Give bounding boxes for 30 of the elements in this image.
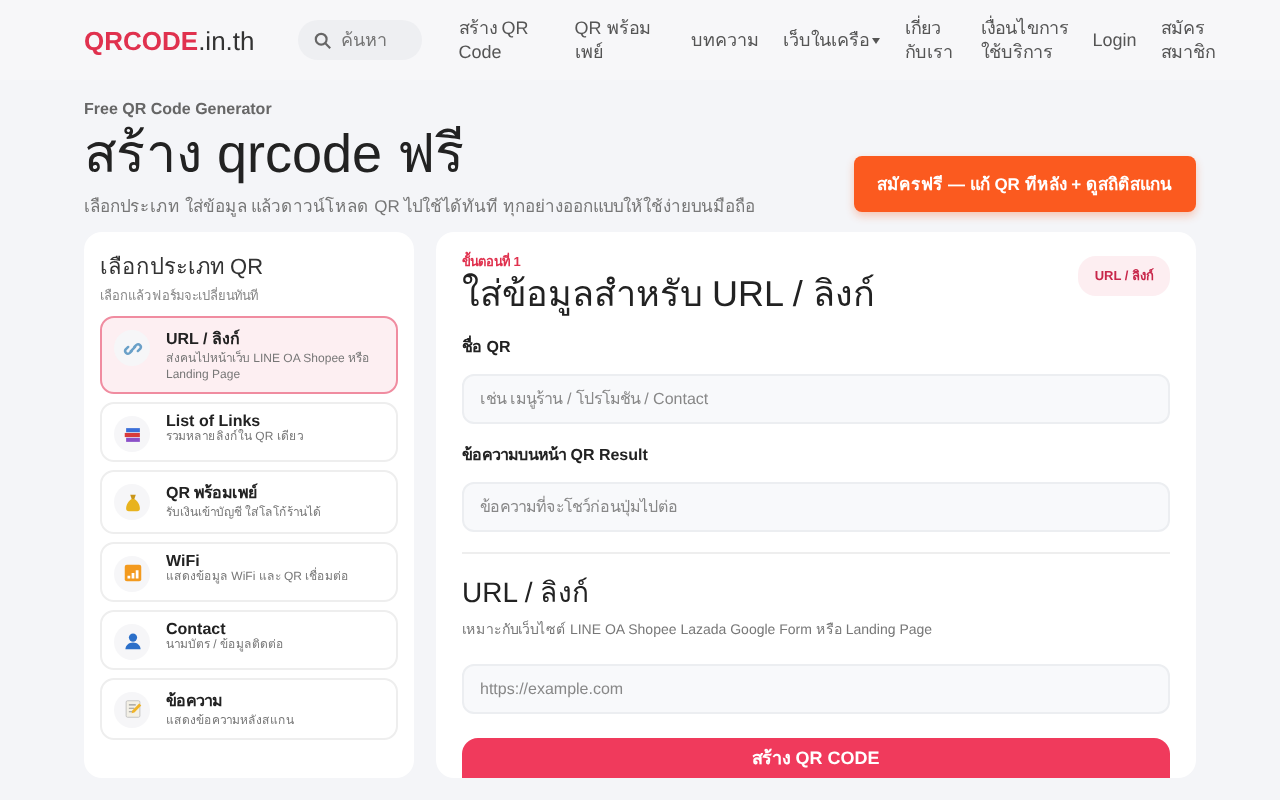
person-icon: [121, 630, 143, 652]
search-field[interactable]: ค้นหา: [298, 20, 423, 60]
nav-link[interactable]: สร้าง QR Code: [458, 16, 551, 64]
section-title: URL / ลิงก์: [462, 574, 591, 612]
nav-link[interactable]: QR พร้อมเพย์: [574, 16, 667, 64]
caret-icon: [872, 38, 881, 45]
signal-icon: [121, 562, 143, 584]
hero-eyebrow: Free QR Code Generator: [84, 100, 274, 118]
nav-link[interactable]: เว็บในเครือ: [782, 28, 881, 52]
nav-link[interactable]: Login: [1092, 28, 1137, 52]
field-label: ข้อความบนหน้า QR Result: [462, 444, 650, 468]
panel-title: เลือกประเภท QR: [100, 253, 266, 284]
site-logo[interactable]: QRCODE.in.th: [84, 25, 255, 55]
url-field[interactable]: https://example.com: [462, 664, 1170, 714]
books-icon: [121, 423, 143, 445]
search-icon: [314, 31, 333, 49]
input-field[interactable]: เช่น เมนูร้าน / โปรโมชัน / Contact: [462, 374, 1170, 424]
link-icon: [121, 337, 143, 359]
input-field[interactable]: ข้อความที่จะโชว์ก่อนปุ่มไปต่อ: [462, 482, 1170, 532]
form-title: ใส่ข้อมูลสำหรับ URL / ลิงก์: [462, 272, 875, 316]
hero-subtitle: เลือกประเภท ใส่ข้อมูล แล้วดาวน์โหลด QR ไปใช้ได้ทันที ทุกอย่างออกแบบให้ใช้ง่ายบนมือถือ: [84, 194, 756, 220]
nav-link[interactable]: สมัครสมาชิก: [1160, 16, 1221, 64]
page-title: สร้าง qrcode ฟรี: [84, 122, 468, 186]
memo-icon: [121, 698, 143, 720]
nav-link[interactable]: เงื่อนไขการใช้บริการ: [980, 16, 1069, 64]
money-bag-icon: [121, 491, 143, 513]
create-button[interactable]: สร้าง QR CODE: [462, 738, 1170, 778]
nav-link[interactable]: เกี่ยวกับเรา: [904, 16, 957, 64]
field-label: ชื่อ QR: [462, 334, 513, 360]
nav-link[interactable]: บทความ: [690, 28, 759, 52]
